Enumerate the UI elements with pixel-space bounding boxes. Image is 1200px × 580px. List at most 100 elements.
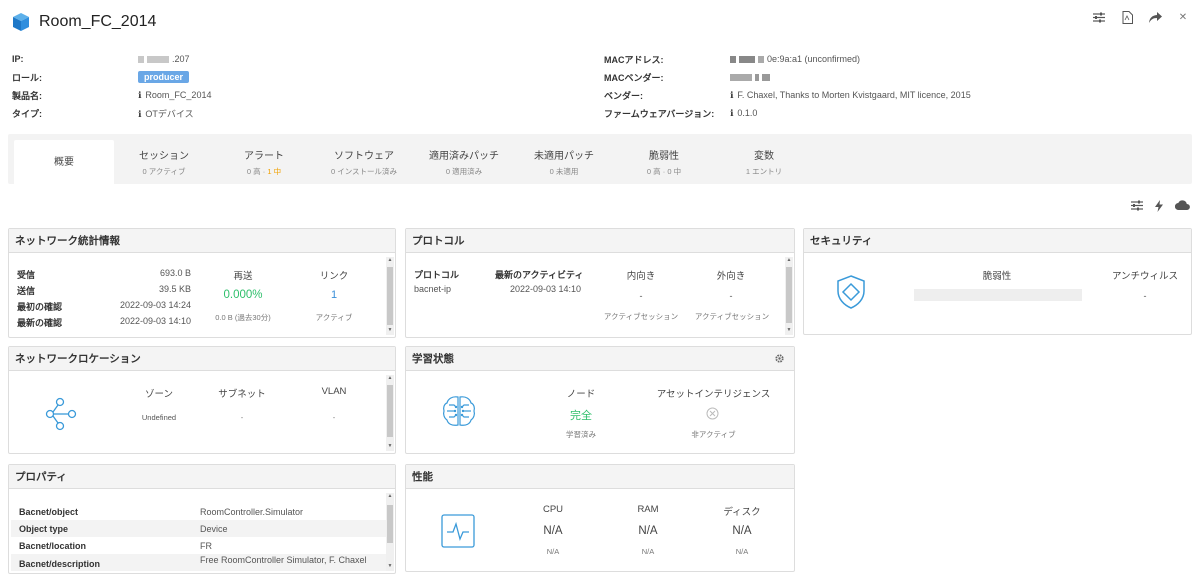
- tab-label: 概要: [54, 156, 74, 168]
- tab-sub: 0 アクティブ: [142, 167, 186, 176]
- panel-title: ネットワーク統計情報: [9, 229, 395, 253]
- brain-icon: [443, 396, 475, 426]
- info-value: Room_FC_2014: [145, 89, 212, 100]
- tab-vulnerabilities[interactable]: 脆弱性 0 高 · 0 中: [614, 140, 714, 184]
- stat-label: 受信: [17, 270, 36, 280]
- info-value: [730, 72, 773, 82]
- protocol-inbound: -: [639, 291, 643, 301]
- lightning-icon[interactable]: [1155, 200, 1163, 215]
- tab-overview[interactable]: 概要: [14, 140, 114, 184]
- protocol-name[interactable]: bacnet-ip: [414, 284, 451, 294]
- share-icon[interactable]: [1148, 10, 1162, 24]
- disk-sub: N/A: [735, 547, 749, 556]
- properties-table: Bacnet/object RoomController.Simulator O…: [11, 499, 387, 571]
- cpu-label: CPU: [542, 504, 564, 515]
- antivirus-value: -: [1143, 291, 1147, 301]
- shield-icon: [837, 275, 865, 309]
- table-row: Bacnet/object RoomController.Simulator: [11, 503, 387, 520]
- tab-label: 変数: [754, 151, 774, 162]
- info-ip: IP: .207: [12, 50, 211, 68]
- link-value[interactable]: 1: [294, 289, 374, 301]
- info-value: F. Chaxel, Thanks to Morten Kvistgaard, …: [737, 89, 971, 100]
- info-value: OTデバイス: [145, 108, 194, 119]
- info-firmware: ファームウェアバージョン: ℹ 0.1.0: [604, 104, 971, 122]
- info-role: ロール: producer: [12, 68, 211, 86]
- configure-icon[interactable]: [1131, 200, 1143, 215]
- vlan-label: VLAN: [321, 386, 347, 397]
- antivirus-label: アンチウィルス: [1111, 271, 1179, 282]
- scrollbar[interactable]: ▲ ▼: [785, 257, 793, 335]
- stat-value: 693.0 B: [159, 268, 191, 278]
- tab-bar: 概要 セッション 0 アクティブ アラート 0 高 · 1 中 ソフトウェア 0…: [8, 134, 1192, 184]
- cloud-icon[interactable]: [1174, 200, 1190, 215]
- info-icon[interactable]: ℹ: [730, 90, 733, 100]
- col-header: 内向き: [626, 271, 656, 282]
- info-value: .207: [138, 54, 190, 64]
- info-key: タイプ:: [12, 108, 42, 119]
- panel-title: ネットワークロケーション: [9, 347, 395, 371]
- panel-title: 性能: [406, 465, 794, 489]
- tab-software[interactable]: ソフトウェア 0 インストール済み: [314, 140, 414, 184]
- property-key: Bacnet/object: [19, 507, 79, 517]
- ram-label: RAM: [637, 504, 659, 515]
- tab-label: 未適用パッチ: [534, 151, 594, 162]
- property-value: RoomController.Simulator: [200, 507, 304, 517]
- col-header: 外向き: [716, 271, 746, 282]
- tab-installed-patches[interactable]: 適用済みパッチ 0 適用済み: [414, 140, 514, 184]
- stat-value: 39.5 KB: [158, 284, 191, 294]
- tab-alerts[interactable]: アラート 0 高 · 1 中: [214, 140, 314, 184]
- performance-pulse-icon: [441, 514, 475, 548]
- node-sub: 学習済み: [566, 430, 596, 439]
- properties-panel: プロパティ Bacnet/object RoomController.Simul…: [8, 464, 396, 574]
- tab-sub: 0 未適用: [549, 167, 579, 176]
- performance-panel: 性能 CPU N/A N/A RAM N/A N/A ディスク N/A N/A: [405, 464, 795, 572]
- tab-variables[interactable]: 変数 1 エントリ: [714, 140, 814, 184]
- info-icon[interactable]: ℹ: [138, 90, 141, 100]
- retrans-sub: 0.0 B (過去30分): [215, 313, 271, 322]
- info-product: 製品名: ℹ Room_FC_2014: [12, 86, 211, 104]
- stat-label: 最新の確認: [17, 318, 63, 328]
- scrollbar[interactable]: ▲ ▼: [386, 493, 394, 571]
- ram-sub: N/A: [641, 547, 655, 556]
- info-icon[interactable]: ℹ: [138, 109, 141, 119]
- protocol-outbound: -: [729, 291, 733, 301]
- info-key: ロール:: [12, 72, 42, 83]
- tab-sessions[interactable]: セッション 0 アクティブ: [114, 140, 214, 184]
- disk-label: ディスク: [723, 507, 761, 518]
- close-icon[interactable]: ✕: [1176, 10, 1190, 24]
- asset-intel-label: アセットインテリジェンス: [656, 389, 771, 400]
- tab-sub: 1 エントリ: [745, 167, 783, 176]
- tab-label: ソフトウェア: [334, 151, 394, 162]
- tab-sub: 0 高 · 0 中: [646, 167, 682, 176]
- table-row: Bacnet/location FR: [11, 537, 387, 554]
- tab-sub: 0 インストール済み: [330, 167, 398, 176]
- info-icon[interactable]: ℹ: [730, 108, 733, 118]
- scrollbar[interactable]: ▲ ▼: [386, 257, 394, 335]
- security-panel: セキュリティ 脆弱性 アンチウィルス -: [803, 228, 1192, 335]
- protocol-panel: プロトコル プロトコル 最新のアクティビティ 内向き 外向き bacnet-ip…: [405, 228, 795, 338]
- vlan-value: -: [332, 413, 336, 422]
- stat-value: 2022-09-03 14:10: [119, 316, 191, 326]
- header-actions: ✕: [1092, 10, 1190, 24]
- info-type: タイプ: ℹ OTデバイス: [12, 104, 211, 122]
- table-row: Object type Device: [11, 520, 387, 537]
- inbound-sub: アクティブセッション: [603, 312, 679, 321]
- pdf-export-icon[interactable]: [1120, 10, 1134, 24]
- tab-missing-patches[interactable]: 未適用パッチ 0 未適用: [514, 140, 614, 184]
- page-title: Room_FC_2014: [39, 13, 157, 30]
- tab-sub: 0 高 · 1 中: [246, 167, 282, 176]
- scrollbar[interactable]: ▲ ▼: [386, 375, 394, 451]
- zone-value: Undefined: [141, 413, 177, 422]
- tab-label: 脆弱性: [649, 151, 679, 162]
- gear-icon[interactable]: [774, 353, 785, 366]
- configure-icon[interactable]: [1092, 10, 1106, 24]
- role-badge: producer: [138, 71, 190, 83]
- node-label: ノード: [566, 389, 596, 400]
- ram-value: N/A: [638, 525, 658, 537]
- info-value: 0.1.0: [737, 107, 758, 118]
- info-key: MACベンダー:: [604, 72, 664, 83]
- link-label: リンク: [319, 271, 349, 282]
- learning-panel: 学習状態 ノード 完全 学習済み アセットインテリジェンス 非アクティブ: [405, 346, 795, 454]
- tab-label: アラート: [244, 151, 284, 162]
- info-key: ベンダー:: [604, 90, 643, 101]
